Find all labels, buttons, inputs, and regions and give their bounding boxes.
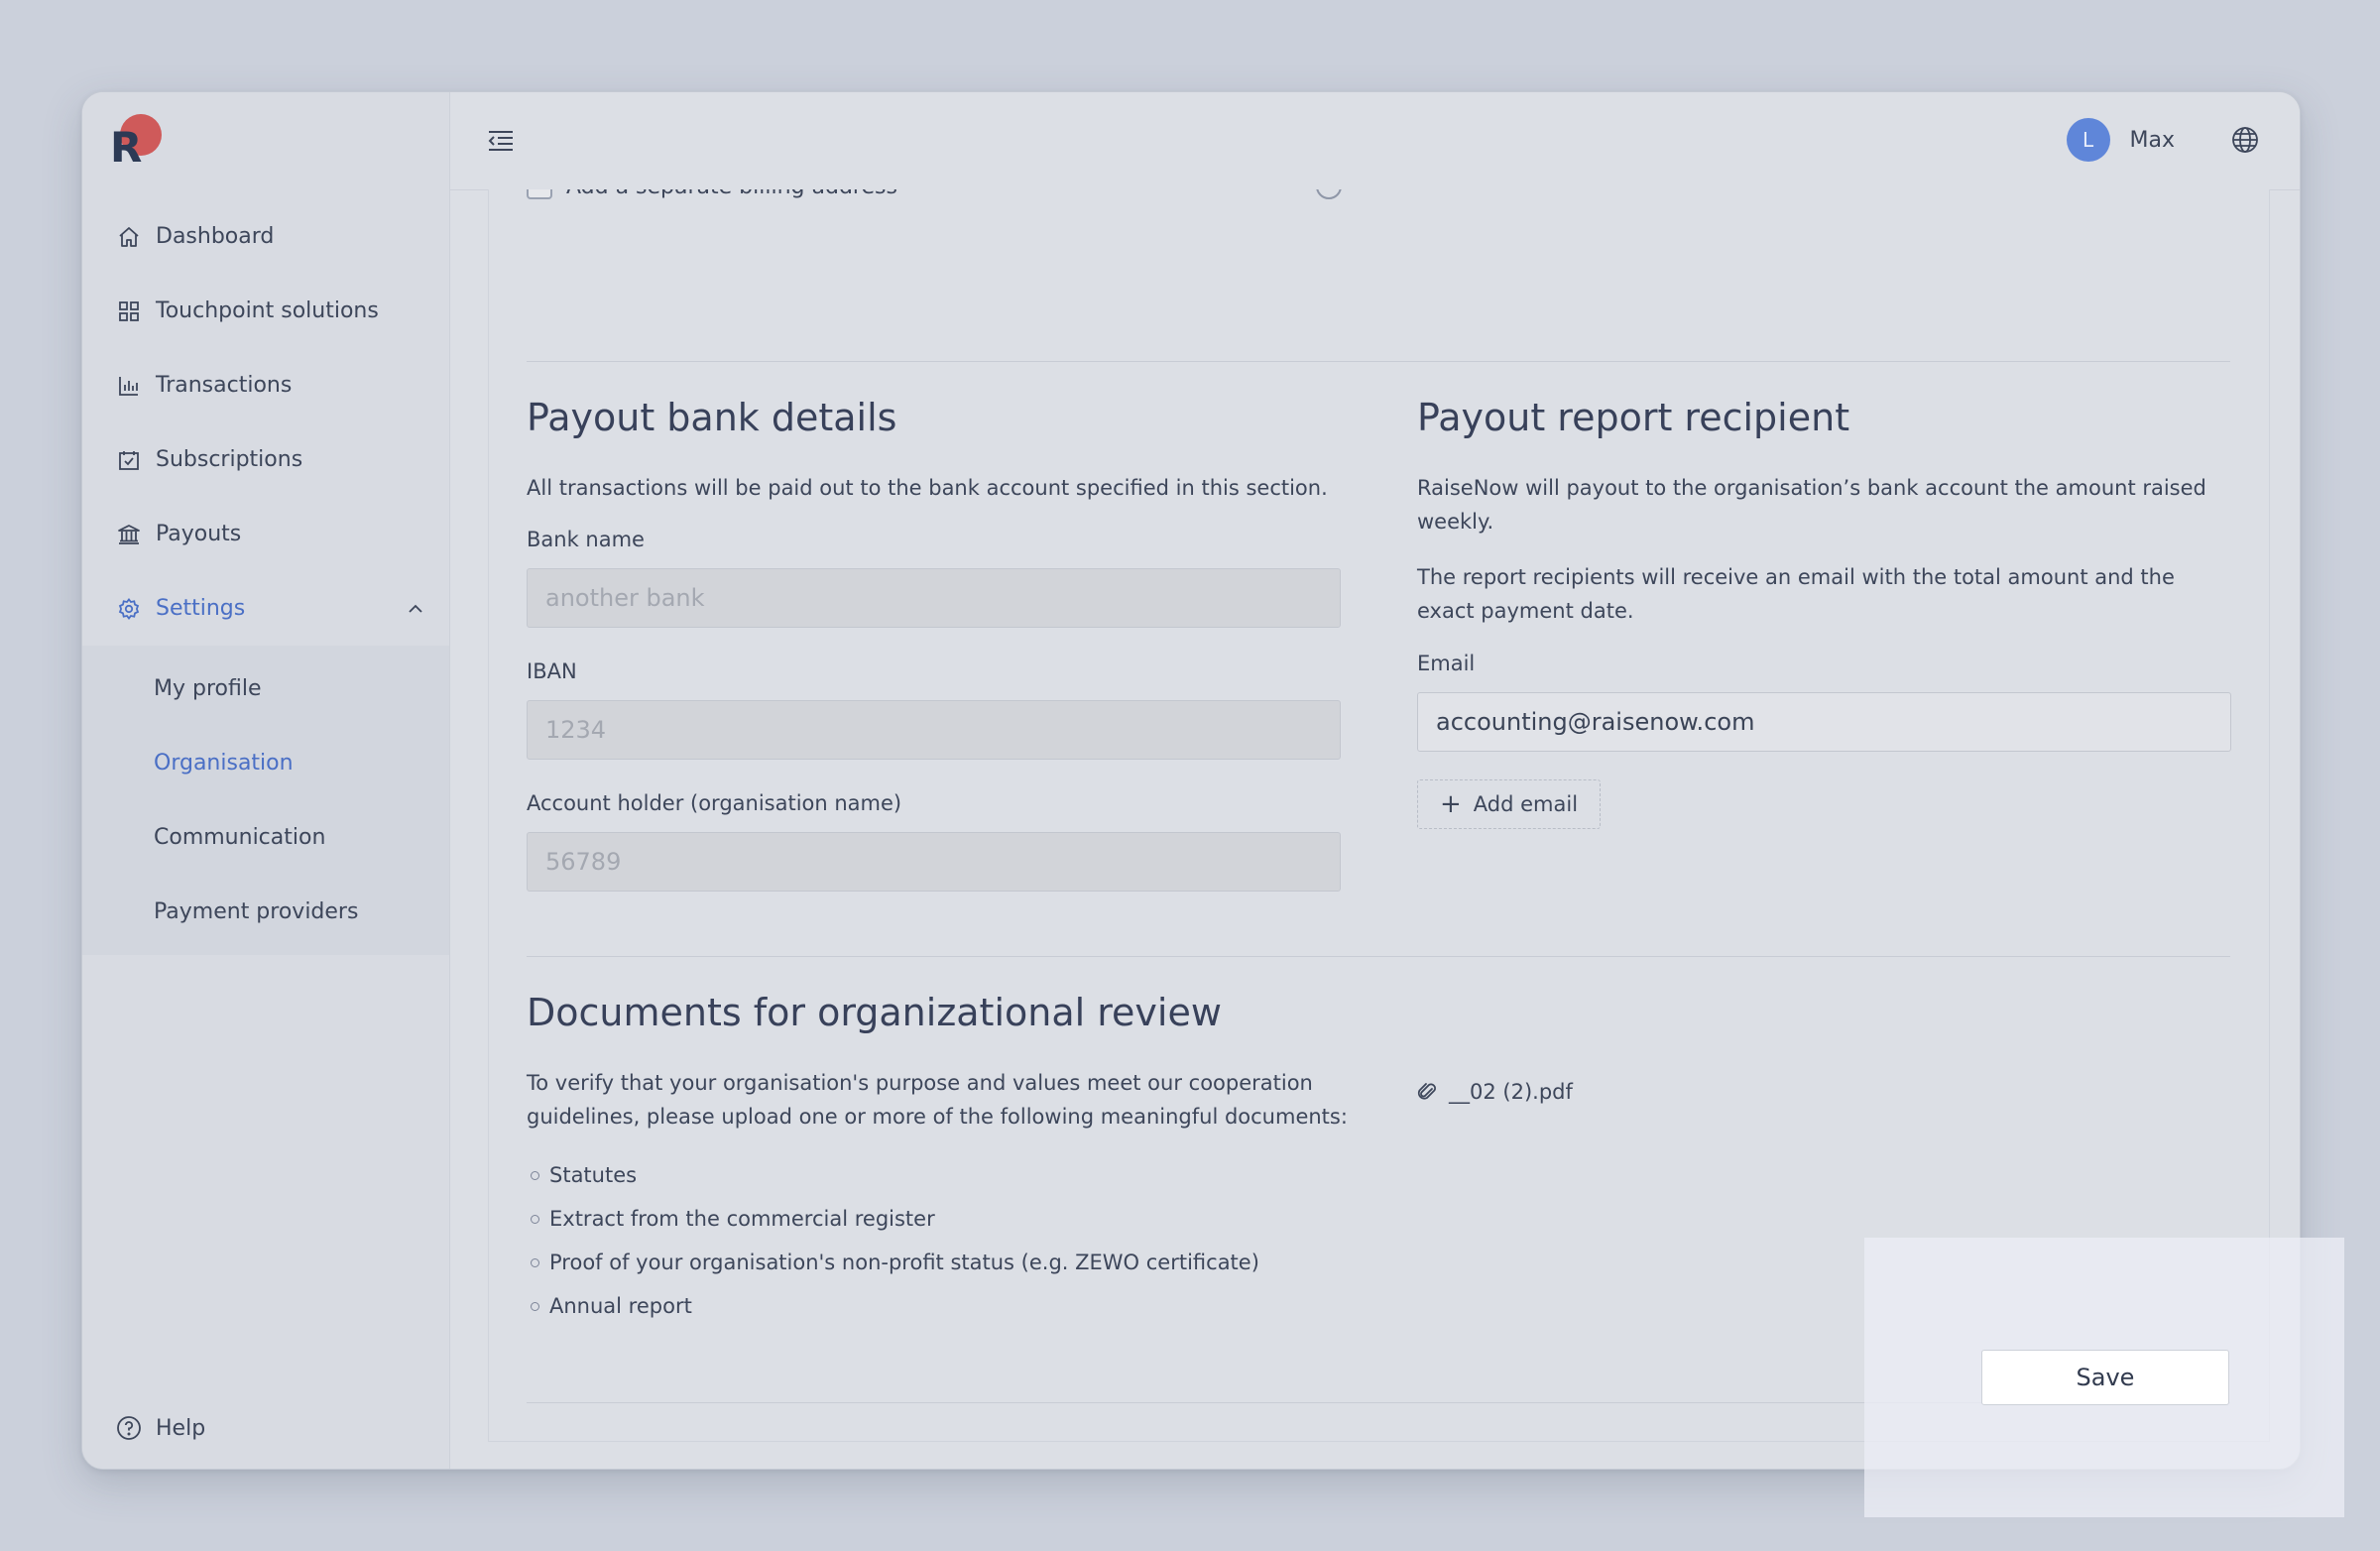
section-divider: [527, 361, 2230, 362]
bar-chart-icon: [116, 373, 142, 399]
sidebar-nav: Dashboard Touchpoint solutions Transacti…: [82, 199, 449, 955]
grid-icon: [116, 298, 142, 324]
file-name: __02 (2).pdf: [1449, 1080, 1573, 1104]
bank-icon: [116, 522, 142, 547]
sidebar-item-transactions[interactable]: Transactions: [82, 348, 449, 422]
list-item: Proof of your organisation's non-profit …: [527, 1241, 1259, 1284]
paperclip-icon: [1417, 1081, 1439, 1103]
bank-name-field[interactable]: another bank: [527, 568, 1341, 628]
payout-report-description-1: RaiseNow will payout to the organisation…: [1417, 476, 2206, 534]
save-button[interactable]: Save: [1981, 1350, 2229, 1405]
user-name: Max: [2129, 127, 2175, 153]
account-holder-field[interactable]: 56789: [527, 832, 1341, 892]
sidebar-item-label: Settings: [156, 596, 246, 621]
add-email-label: Add email: [1473, 792, 1579, 816]
list-item: Extract from the commercial register: [527, 1197, 1259, 1241]
iban-label: IBAN: [527, 659, 577, 683]
collapse-menu-icon[interactable]: [486, 126, 516, 156]
sidebar-item-label: Subscriptions: [156, 447, 303, 472]
billing-address-checkbox-row[interactable]: Add a separate billing address: [527, 189, 1342, 199]
help-label: Help: [156, 1415, 206, 1441]
sidebar-item-dashboard[interactable]: Dashboard: [82, 199, 449, 274]
sidebar-subitem-payment-providers[interactable]: Payment providers: [82, 875, 449, 949]
sidebar-subitem-my-profile[interactable]: My profile: [82, 652, 449, 726]
chevron-up-icon[interactable]: [408, 604, 423, 614]
documents-title: Documents for organizational review: [527, 991, 1222, 1034]
email-label: Email: [1417, 652, 1476, 675]
documents-list: Statutes Extract from the commercial reg…: [527, 1153, 1259, 1328]
sidebar: R Dashboard Touchpoint solutions Transac…: [82, 92, 450, 1469]
documents-description: To verify that your organisation's purpo…: [527, 1071, 1348, 1129]
sidebar-item-label: Transactions: [156, 373, 293, 398]
sidebar-item-settings[interactable]: Settings: [82, 571, 449, 646]
logo-letter: R: [110, 123, 143, 172]
add-email-button[interactable]: + Add email: [1417, 779, 1602, 829]
bullet-icon: [531, 1170, 539, 1180]
sidebar-subitem-communication[interactable]: Communication: [82, 800, 449, 875]
payout-report-description-2: The report recipients will receive an em…: [1417, 565, 2175, 623]
help-icon: [116, 1415, 142, 1441]
avatar: L: [2066, 118, 2110, 162]
section-divider: [527, 956, 2230, 957]
top-bar: L Max: [450, 92, 2300, 190]
sidebar-item-label: Touchpoint solutions: [156, 298, 379, 323]
billing-address-label: Add a separate billing address: [566, 189, 897, 199]
list-item: Annual report: [527, 1284, 1259, 1328]
list-item: Statutes: [527, 1153, 1259, 1197]
sidebar-item-label: Dashboard: [156, 224, 275, 249]
gear-icon: [116, 596, 142, 622]
sidebar-item-touchpoint-solutions[interactable]: Touchpoint solutions: [82, 274, 449, 348]
sidebar-subitem-organisation[interactable]: Organisation: [82, 726, 449, 800]
user-menu[interactable]: L Max: [2066, 118, 2175, 162]
logo[interactable]: R: [110, 114, 166, 172]
globe-icon[interactable]: [2230, 125, 2260, 155]
payout-bank-title: Payout bank details: [527, 396, 897, 439]
sidebar-item-subscriptions[interactable]: Subscriptions: [82, 422, 449, 497]
payout-bank-description: All transactions will be paid out to the…: [527, 476, 1328, 500]
payout-report-title: Payout report recipient: [1417, 396, 1850, 439]
account-holder-label: Account holder (organisation name): [527, 791, 902, 815]
home-icon: [116, 224, 142, 250]
iban-field[interactable]: 1234: [527, 700, 1341, 760]
bullet-icon: [531, 1257, 539, 1267]
uploaded-file-link[interactable]: __02 (2).pdf: [1417, 1080, 1573, 1104]
plus-icon: +: [1440, 789, 1462, 819]
bullet-icon: [531, 1214, 539, 1224]
settings-submenu: My profile Organisation Communication Pa…: [82, 646, 449, 955]
sidebar-item-payouts[interactable]: Payouts: [82, 497, 449, 571]
calendar-check-icon: [116, 447, 142, 473]
info-icon[interactable]: [1316, 189, 1342, 199]
email-field[interactable]: accounting@raisenow.com: [1417, 692, 2231, 752]
sidebar-item-label: Payouts: [156, 522, 242, 546]
bank-name-label: Bank name: [527, 528, 645, 551]
billing-address-checkbox[interactable]: [527, 189, 552, 199]
bullet-icon: [531, 1301, 539, 1311]
help-link[interactable]: Help: [116, 1415, 205, 1441]
